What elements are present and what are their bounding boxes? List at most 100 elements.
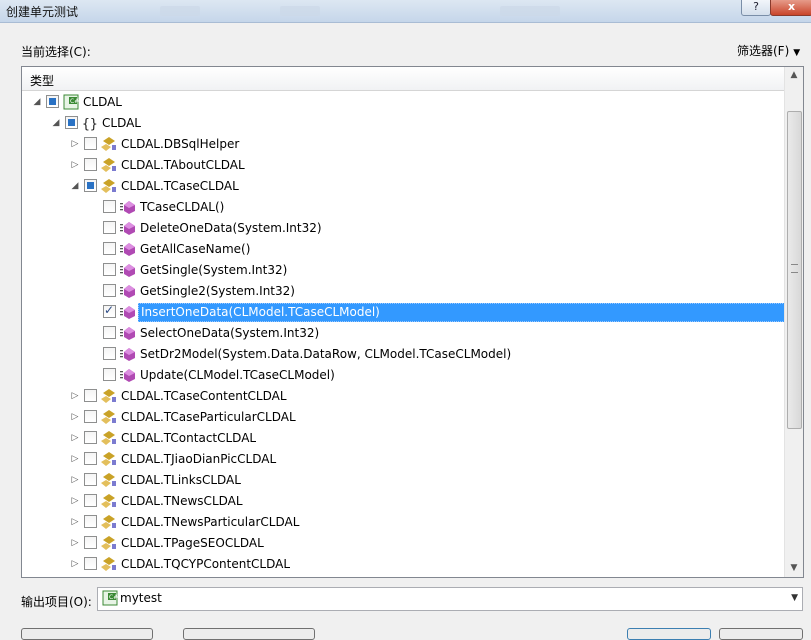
tree-item-checkbox[interactable] [84,179,97,192]
tree-item-checkbox[interactable] [103,303,116,318]
expand-arrow-right-icon[interactable]: ▷ [70,516,80,529]
tree-item-checkbox[interactable] [103,263,116,276]
expand-arrow-right-icon[interactable]: ▷ [70,474,80,487]
tree-item-checkbox[interactable] [84,389,97,402]
filter-button[interactable]: 筛选器(F) ▼ [737,42,800,59]
class-icon [101,536,116,550]
type-tree[interactable]: 类型 ◢ C# CLDAL ◢ {} CLDAL ▷ CLDAL.DBSqlHelper ▷ CL… [21,66,804,578]
scroll-thumb[interactable] [787,111,802,429]
tree-item-label: InsertOneData(CLModel.TCaseCLModel) [138,303,787,322]
tree-item-checkbox[interactable] [103,368,116,381]
expand-arrow-down-icon[interactable]: ◢ [32,96,42,109]
svg-text:C#: C# [70,98,79,105]
expand-arrow-right-icon[interactable]: ▷ [70,411,80,424]
ok-button[interactable] [627,628,711,640]
title-ghost [500,6,560,16]
expand-arrow-right-icon[interactable]: ▷ [70,390,80,403]
expand-arrow-right-icon[interactable]: ▷ [70,558,80,571]
tree-item[interactable]: ▷ CLDAL.TPageSEOCLDAL [22,533,783,554]
tree-item[interactable]: ◢ C# CLDAL [22,92,783,113]
tree-item-checkbox[interactable] [103,284,116,297]
tree-item-checkbox[interactable] [84,536,97,549]
tree-item[interactable]: ▷ CLDAL.TQCYPContentCLDAL [22,554,783,575]
tree-item-checkbox[interactable] [103,347,116,360]
output-project-label: 输出项目(O): [21,595,92,609]
tree-item-checkbox[interactable] [65,116,78,129]
expand-arrow-down-icon[interactable]: ◢ [70,180,80,193]
tree-item-label: DeleteOneData(System.Int32) [140,221,322,235]
tree-item[interactable]: ▷ CLDAL.TContactCLDAL [22,428,783,449]
expand-arrow-down-icon[interactable]: ◢ [51,117,61,130]
tree-item[interactable]: ▷ CLDAL.TCaseContentCLDAL [22,386,783,407]
class-icon [101,410,116,424]
tree-item[interactable]: DeleteOneData(System.Int32) [22,218,783,239]
tree-item-label: CLDAL.TQCYPContentCLDAL [121,557,291,571]
tree-item-label: SelectOneData(System.Int32) [140,326,320,340]
tree-item-checkbox[interactable] [84,473,97,486]
tree-item[interactable]: ▷ CLDAL.DBSqlHelper [22,134,783,155]
csharp-project-icon: C# [102,590,118,606]
tree-item-checkbox[interactable] [103,326,116,339]
tree-item-checkbox[interactable] [84,137,97,150]
class-icon [101,179,116,193]
tree-item-checkbox[interactable] [84,452,97,465]
tree-item-label: GetAllCaseName() [140,242,251,256]
close-button[interactable]: x [770,0,811,16]
tree-item-checkbox[interactable] [103,221,116,234]
tree-item[interactable]: TCaseCLDAL() [22,197,783,218]
bottom-button-add-assembly[interactable] [183,628,315,640]
tree-item-checkbox[interactable] [84,515,97,528]
bottom-button-settings[interactable] [21,628,153,640]
tree-item-checkbox[interactable] [46,95,59,108]
expand-arrow-right-icon[interactable]: ▷ [70,138,80,151]
expand-arrow-right-icon[interactable]: ▷ [70,495,80,508]
class-icon [101,389,116,403]
class-icon [101,557,116,571]
dropdown-arrow-icon[interactable]: ▼ [791,593,798,603]
tree-item-checkbox[interactable] [84,494,97,507]
expand-arrow-right-icon[interactable]: ▷ [70,453,80,466]
vertical-scrollbar[interactable]: ▲ ▼ [784,67,803,577]
tree-item-label: CLDAL.TContactCLDAL [121,431,257,445]
class-icon [101,137,116,151]
tree-item[interactable]: InsertOneData(CLModel.TCaseCLModel) [22,302,787,323]
tree-item[interactable]: GetSingle(System.Int32) [22,260,783,281]
output-project-combo[interactable]: C# mytest ▼ [97,587,803,611]
current-selection-label: 当前选择(C): [21,45,91,59]
help-button[interactable]: ? [741,0,771,16]
scroll-down-icon[interactable]: ▼ [785,560,803,577]
column-header[interactable]: 类型 [22,67,803,91]
tree-item-label: CLDAL.TNewsParticularCLDAL [121,515,300,529]
expand-arrow-right-icon[interactable]: ▷ [70,432,80,445]
tree-item-checkbox[interactable] [84,557,97,570]
expand-arrow-right-icon[interactable]: ▷ [70,537,80,550]
tree-item[interactable]: ◢ {} CLDAL [22,113,783,134]
tree-item[interactable]: ▷ CLDAL.TAboutCLDAL [22,155,783,176]
tree-item-checkbox[interactable] [103,242,116,255]
tree-item[interactable]: ▷ CLDAL.TJiaoDianPicCLDAL [22,449,783,470]
method-icon [120,348,135,361]
tree-item[interactable]: SelectOneData(System.Int32) [22,323,783,344]
window-title: 创建单元测试 [6,5,79,19]
tree-item-checkbox[interactable] [84,158,97,171]
tree-item-checkbox[interactable] [103,200,116,213]
tree-item-label: GetSingle(System.Int32) [140,263,288,277]
class-icon [101,515,116,529]
tree-item-checkbox[interactable] [84,410,97,423]
tree-item[interactable]: ▷ CLDAL.TLinksCLDAL [22,470,783,491]
tree-item[interactable]: SetDr2Model(System.Data.DataRow, CLModel… [22,344,783,365]
expand-arrow-right-icon[interactable]: ▷ [70,159,80,172]
tree-item-checkbox[interactable] [84,431,97,444]
tree-item[interactable]: ▷ CLDAL.TNewsParticularCLDAL [22,512,783,533]
method-icon [120,306,135,319]
tree-item[interactable]: GetAllCaseName() [22,239,783,260]
tree-item[interactable]: ▷ CLDAL.TNewsCLDAL [22,491,783,512]
cancel-button[interactable] [719,628,803,640]
tree-item[interactable]: GetSingle2(System.Int32) [22,281,783,302]
scroll-up-icon[interactable]: ▲ [785,67,803,84]
tree-item[interactable]: Update(CLModel.TCaseCLModel) [22,365,783,386]
tree-item[interactable]: ◢ CLDAL.TCaseCLDAL [22,176,783,197]
class-icon [101,452,116,466]
tree-item[interactable]: ▷ CLDAL.TCaseParticularCLDAL [22,407,783,428]
tree-item-label: CLDAL.TCaseParticularCLDAL [121,410,296,424]
